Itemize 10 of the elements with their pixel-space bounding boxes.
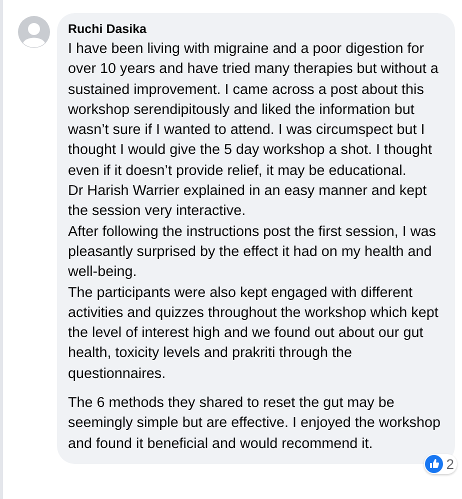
author-name[interactable]: Ruchi Dasika: [68, 21, 443, 37]
reaction-badge[interactable]: 2: [424, 454, 457, 474]
comment-text: Dr Harish Warrier explained in an easy manner and kept the session very interactive.: [68, 182, 428, 222]
thumbs-up-icon: [425, 454, 444, 473]
comment-text: The participants were also kept engaged with different activities and quizzes throughout the workshop which kept the level of interest high and we found out about our gut health, toxicity levels and prakriti through the questionnaires.: [68, 284, 440, 384]
comment-text: After following the instructions post the first session, I was pleasantly surprised by the effect it had on my health and well-being.: [68, 222, 437, 282]
comment-text: I have been living with migraine and a poor digestion for over 10 years and have tried many therapies but without a sustained improvement. I came across a post about this workshop serendipitously and liked the information but wasn’t sure if I wanted to attend. I was circumspect but I thought I would give the 5 day workshop a shot. I thought even if it doesn’t provide relief, it may be educational.: [68, 40, 440, 181]
comment-text: The 6 methods they shared to reset the gut may be seemingly simple but are effective. I enjoyed the workshop and found it beneficial and would recommend it.: [68, 394, 442, 454]
avatar-icon[interactable]: [18, 16, 50, 48]
reaction-count: 2: [446, 456, 454, 472]
